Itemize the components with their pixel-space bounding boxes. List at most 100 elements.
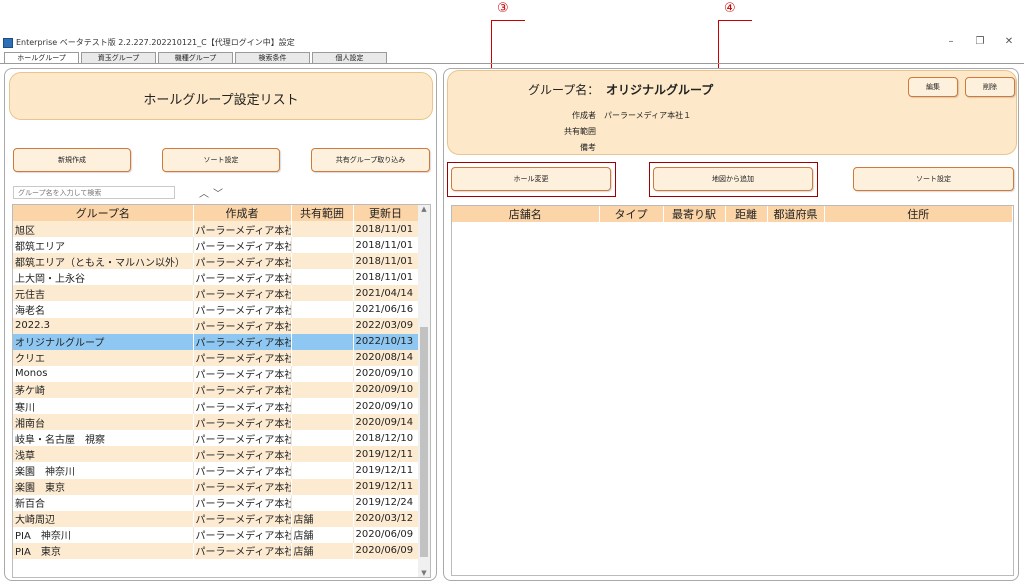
table-row[interactable]: 都筑エリア（ともえ・マルハン以外）パーラーメディア本社１ 2018/11/01	[13, 253, 419, 270]
cell-group-name: 岐阜・名古屋 視察	[13, 430, 194, 447]
column-header-store-name[interactable]: 店舗名	[452, 206, 600, 222]
cell-updated: 2020/03/12	[353, 510, 419, 527]
cell-updated: 2018/11/01	[353, 237, 419, 254]
table-row[interactable]: 海老名パーラーメディア本社１ 2021/06/16	[13, 301, 419, 318]
cell-creator: パーラーメディア本社１	[193, 333, 292, 350]
cell-creator: パーラーメディア本社１	[193, 446, 292, 463]
cell-group-name: 新百合	[13, 494, 194, 511]
scroll-thumb[interactable]	[420, 327, 428, 557]
cell-group-name: 楽園 神奈川	[13, 462, 194, 479]
right-sort-button[interactable]: ソート設定	[853, 167, 1014, 191]
cell-updated: 2019/12/11	[353, 478, 419, 495]
column-header-type[interactable]: タイプ	[599, 206, 664, 222]
column-header-prefecture[interactable]: 都道府県	[767, 206, 825, 222]
table-row[interactable]: 上大岡・上永谷パーラーメディア本社１ 2018/11/01	[13, 269, 419, 286]
cell-group-name: 海老名	[13, 301, 194, 318]
table-row[interactable]: 元住吉パーラーメディア本社１ 2021/04/14	[13, 285, 419, 302]
column-header-address[interactable]: 住所	[824, 206, 1013, 222]
new-group-button[interactable]: 新規作成	[13, 148, 131, 172]
new-group-label: 新規作成	[58, 156, 86, 164]
cell-scope: 店舗	[291, 542, 354, 559]
column-header-group-name[interactable]: グループ名	[13, 205, 194, 221]
add-from-map-button[interactable]: 地図から追加	[653, 167, 813, 191]
table-row[interactable]: 楽園 東京パーラーメディア本社１ 2019/12/11	[13, 478, 419, 495]
cell-scope	[291, 381, 354, 399]
column-header-nearest-station[interactable]: 最寄り駅	[663, 206, 726, 222]
right-sort-label: ソート設定	[916, 175, 951, 183]
scroll-up-icon[interactable]: ▲	[418, 205, 430, 213]
table-row[interactable]: 浅草パーラーメディア本社１ 2019/12/11	[13, 446, 419, 463]
cell-group-name: 湘南台	[13, 414, 194, 431]
group-table: グループ名 作成者 共有範囲 更新日 旭区パーラーメディア本社１ 2018/11/…	[12, 204, 431, 578]
table-row[interactable]: 旭区パーラーメディア本社１ 2018/11/01	[13, 221, 419, 238]
cell-scope: 店舗	[291, 510, 354, 527]
annotation-4-line-h	[718, 20, 752, 21]
edit-button[interactable]: 編集	[908, 77, 958, 97]
table-row[interactable]: Monosパーラーメディア本社１ 2020/09/10	[13, 365, 419, 382]
cell-updated: 2020/06/09	[353, 542, 419, 559]
cell-creator: パーラーメディア本社１	[193, 494, 292, 511]
cell-scope	[291, 478, 354, 495]
table-row[interactable]: クリエパーラーメディア本社１ 2020/08/14	[13, 349, 419, 366]
minimize-button[interactable]: –	[944, 36, 958, 47]
cell-scope	[291, 430, 354, 447]
creator-value: パーラーメディア本社１	[604, 111, 692, 120]
table-row[interactable]: 都筑エリアパーラーメディア本社１ 2018/11/01	[13, 237, 419, 254]
cell-scope	[291, 317, 354, 334]
cell-updated: 2021/06/16	[353, 301, 419, 318]
window-title: Enterprise ベータテスト版 2.2.227.202210121_C【代…	[16, 38, 295, 47]
table-row[interactable]: 岐阜・名古屋 視察パーラーメディア本社１ 2018/12/10	[13, 430, 419, 447]
left-sort-button[interactable]: ソート設定	[162, 148, 280, 172]
scroll-down-icon[interactable]: ▼	[418, 569, 430, 577]
cell-creator: パーラーメディア本社１	[193, 542, 292, 559]
delete-button[interactable]: 削除	[965, 77, 1015, 97]
table-row[interactable]: 2022.3パーラーメディア本社１ 2022/03/09	[13, 317, 419, 334]
column-header-updated[interactable]: 更新日	[353, 205, 419, 221]
group-search-input[interactable]	[13, 186, 175, 199]
import-shared-group-button[interactable]: 共有グループ取り込み	[311, 148, 430, 172]
cell-updated: 2020/09/10	[353, 365, 419, 382]
cell-creator: パーラーメディア本社１	[193, 237, 292, 254]
cell-scope	[291, 269, 354, 286]
left-sort-label: ソート設定	[203, 156, 239, 164]
close-button[interactable]: ✕	[1002, 36, 1016, 47]
table-row[interactable]: 大崎周辺パーラーメディア本社１店舗2020/03/12	[13, 510, 419, 527]
cell-group-name: 茅ケ崎	[13, 381, 194, 399]
table-row[interactable]: 茅ケ崎パーラーメディア本社１ 2020/09/10	[13, 381, 419, 399]
column-header-creator[interactable]: 作成者	[193, 205, 292, 221]
cell-scope	[291, 253, 354, 270]
cell-scope	[291, 349, 354, 366]
import-shared-label: 共有グループ取り込み	[335, 156, 406, 164]
table-row[interactable]: PIA 神奈川パーラーメディア本社１店舗2020/06/09	[13, 526, 419, 543]
cell-updated: 2018/11/01	[353, 269, 419, 286]
creator-label: 作成者	[572, 111, 596, 120]
hall-change-button[interactable]: ホール変更	[451, 167, 611, 191]
cell-creator: パーラーメディア本社１	[193, 221, 292, 238]
table-row[interactable]: 新百合パーラーメディア本社１ 2019/12/24	[13, 494, 419, 511]
table-row[interactable]: 寒川パーラーメディア本社１ 2020/09/10	[13, 398, 419, 415]
group-name-label: グループ名：	[528, 83, 600, 97]
table-row[interactable]: 楽園 神奈川パーラーメディア本社１ 2019/12/11	[13, 462, 419, 479]
cell-group-name: 楽園 東京	[13, 478, 194, 495]
restore-button[interactable]: ❐	[973, 36, 987, 47]
table-row[interactable]: オリジナルグループパーラーメディア本社１ 2022/10/13	[13, 333, 419, 350]
sort-toggle-icon[interactable]: ︿﹀	[199, 185, 227, 200]
cell-group-name: PIA 神奈川	[13, 526, 194, 543]
store-table-header: 店舗名 タイプ 最寄り駅 距離 都道府県 住所	[452, 206, 1013, 222]
cell-updated: 2020/09/10	[353, 398, 419, 415]
cell-scope	[291, 285, 354, 302]
column-header-distance[interactable]: 距離	[725, 206, 768, 222]
edit-label: 編集	[926, 83, 940, 91]
add-from-map-label: 地図から追加	[712, 175, 754, 183]
cell-updated: 2021/04/14	[353, 285, 419, 302]
store-table-grid: 店舗名 タイプ 最寄り駅 距離 都道府県 住所	[452, 206, 1013, 222]
cell-creator: パーラーメディア本社１	[193, 381, 292, 399]
cell-updated: 2020/09/14	[353, 414, 419, 431]
table-row[interactable]: 湘南台パーラーメディア本社１ 2020/09/14	[13, 414, 419, 431]
group-table-scrollbar[interactable]: ▲ ▼	[418, 205, 430, 577]
table-row[interactable]: PIA 東京パーラーメディア本社１店舗2020/06/09	[13, 542, 419, 559]
group-table-grid: グループ名 作成者 共有範囲 更新日 旭区パーラーメディア本社１ 2018/11/…	[13, 205, 419, 559]
title-bar: Enterprise ベータテスト版 2.2.227.202210121_C【代…	[0, 0, 1024, 50]
column-header-scope[interactable]: 共有範囲	[291, 205, 354, 221]
cell-scope	[291, 237, 354, 254]
